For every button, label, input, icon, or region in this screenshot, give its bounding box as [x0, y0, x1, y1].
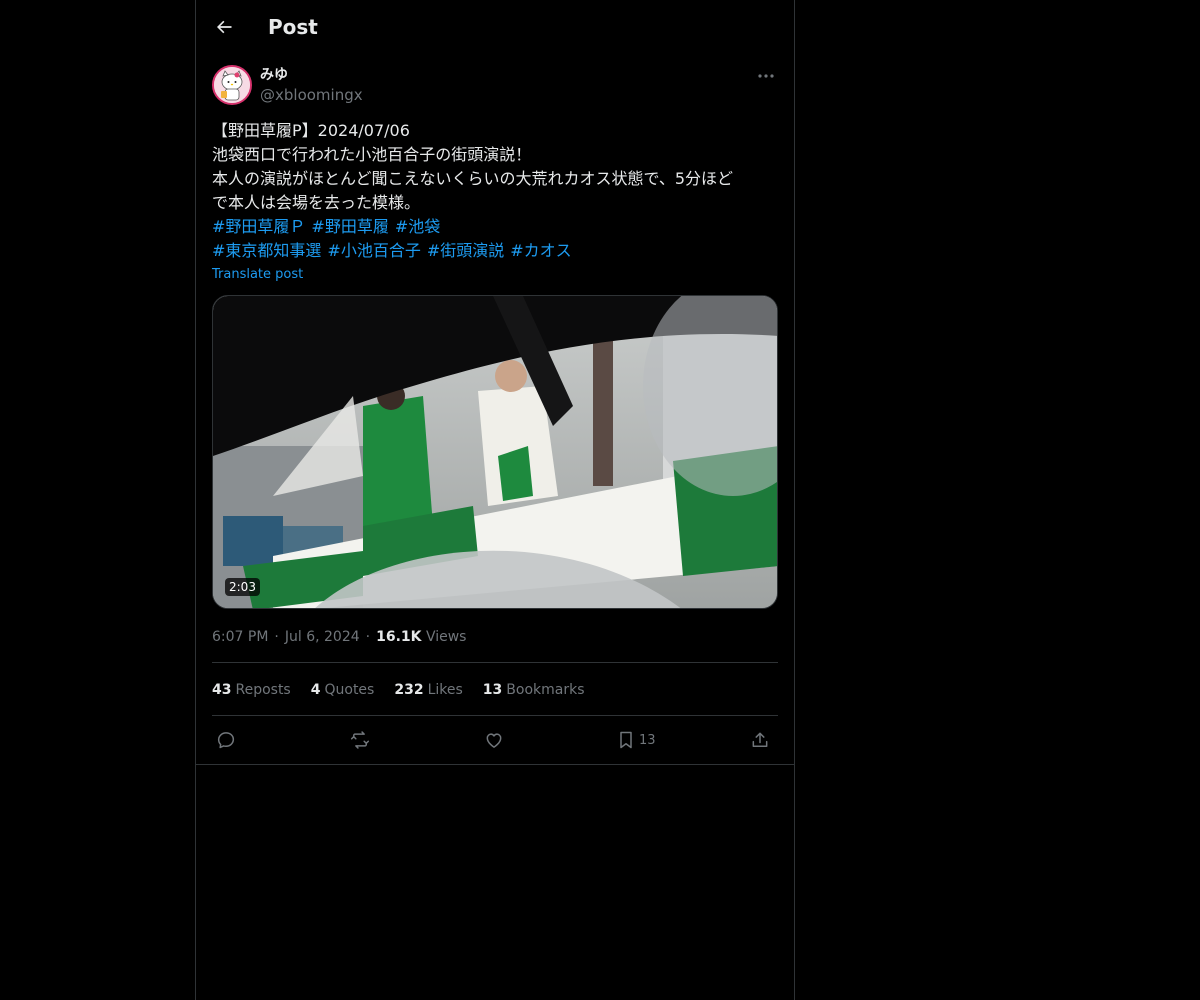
post-text-line: 【野田草履P】2024/07/06: [212, 121, 410, 140]
arrow-left-icon: [217, 20, 232, 34]
bookmarks-stat[interactable]: 13 Bookmarks: [483, 680, 585, 700]
post-text-line: 本人の演説がほとんど聞こえないくらいの大荒れカオス状態で、5分ほど: [212, 169, 734, 188]
divider: [212, 715, 778, 716]
avatar[interactable]: [212, 65, 252, 105]
post-text-line: で本人は会場を去った模様。: [212, 193, 421, 212]
hashtag-link[interactable]: #野田草履Ｐ: [212, 217, 305, 236]
post-author: みゆ @xbloomingx: [212, 64, 778, 108]
hashtag-row: #野田草履Ｐ #野田草履 #池袋: [212, 215, 778, 239]
divider: [212, 662, 778, 663]
post-metadata: 6:07 PM · Jul 6, 2024 · 16.1K Views: [212, 629, 467, 645]
quotes-stat[interactable]: 4 Quotes: [311, 680, 375, 700]
post-time[interactable]: 6:07 PM: [212, 629, 268, 645]
hashtag-link[interactable]: #野田草履: [311, 217, 388, 236]
reposts-stat[interactable]: 43 Reposts: [212, 680, 291, 700]
hashtag-link[interactable]: #東京都知事選: [212, 241, 321, 260]
post-text-line: 池袋西口で行われた小池百合子の街頭演説！: [212, 145, 532, 164]
bookmark-icon: [620, 731, 632, 749]
divider: [196, 764, 794, 765]
hashtag-link[interactable]: #小池百合子: [327, 241, 420, 260]
repost-icon: [350, 731, 370, 749]
action-bar: 13: [212, 726, 778, 754]
hashtag-link[interactable]: #池袋: [395, 217, 440, 236]
author-display-name[interactable]: みゆ: [260, 65, 288, 85]
like-button[interactable]: [484, 726, 504, 754]
reply-icon: [217, 732, 235, 749]
hashtag-link[interactable]: #街頭演説: [427, 241, 504, 260]
video-thumbnail: [213, 296, 777, 608]
heart-icon: [486, 733, 502, 748]
likes-stat[interactable]: 232 Likes: [394, 680, 462, 700]
hashtag-row: #東京都知事選 #小池百合子 #街頭演説 #カオス: [212, 239, 778, 263]
page-title: Post: [268, 15, 318, 39]
post-text: 【野田草履P】2024/07/06 池袋西口で行われた小池百合子の街頭演説！ 本…: [212, 119, 778, 263]
more-horizontal-icon: [758, 74, 774, 78]
back-button[interactable]: [210, 13, 238, 41]
more-options-button[interactable]: [754, 66, 778, 86]
video-player[interactable]: 2:03: [212, 295, 778, 609]
author-handle[interactable]: @xbloomingx: [260, 85, 363, 105]
engagement-stats: 43 Reposts 4 Quotes 232 Likes 13 Bookmarks: [212, 680, 605, 700]
bookmark-button[interactable]: 13: [617, 726, 656, 754]
avatar-image: [214, 67, 250, 103]
post-column: Post みゆ @xbloomingx 【野田草履P】2024/07/06 池袋…: [195, 0, 795, 1000]
share-icon: [752, 732, 768, 747]
views-label: Views: [425, 629, 467, 645]
top-bar: Post: [196, 0, 794, 54]
reply-button[interactable]: [216, 726, 236, 754]
repost-button[interactable]: [349, 726, 371, 754]
bookmark-count: 13: [639, 732, 656, 748]
video-duration-badge: 2:03: [225, 578, 260, 596]
views-count: 16.1K: [376, 629, 422, 645]
share-button[interactable]: [750, 726, 770, 754]
translate-post-link[interactable]: Translate post: [212, 266, 303, 284]
hashtag-link[interactable]: #カオス: [510, 241, 571, 260]
post-date[interactable]: Jul 6, 2024: [285, 629, 360, 645]
